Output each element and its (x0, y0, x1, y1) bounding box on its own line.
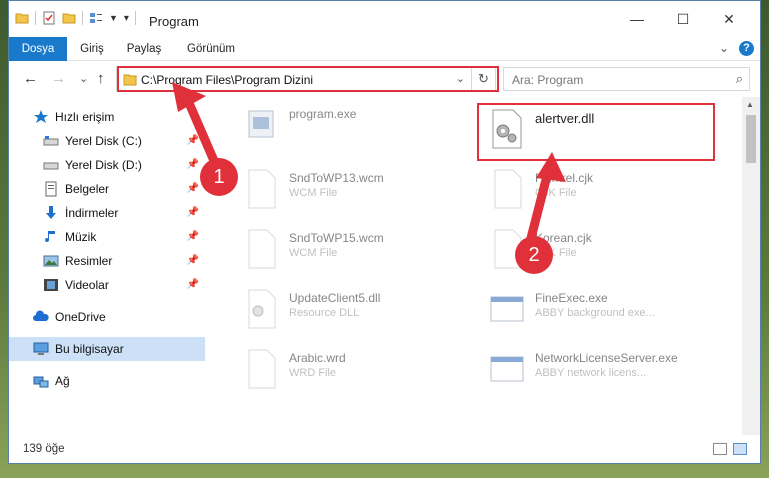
step-2-badge: 2 (515, 236, 553, 274)
step-1-badge: 1 (200, 158, 238, 196)
arrow-1 (172, 82, 223, 175)
arrow-2 (525, 152, 566, 247)
annotation-arrows (172, 82, 566, 247)
